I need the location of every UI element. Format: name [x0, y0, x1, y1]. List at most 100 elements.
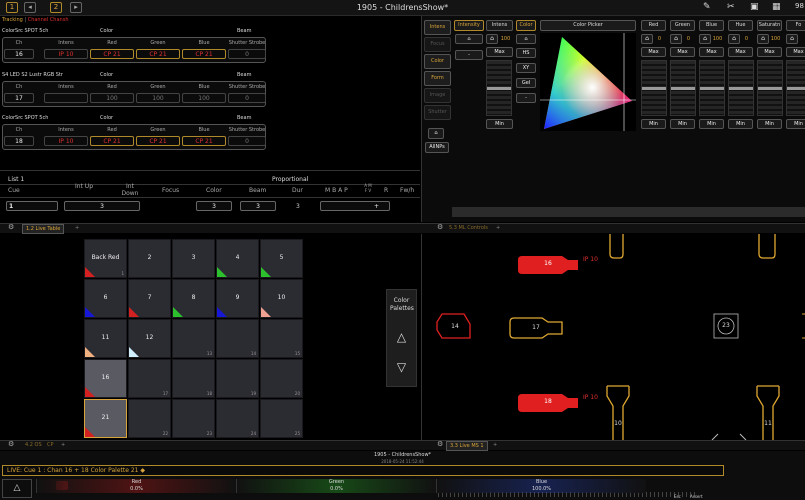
- blue-level-bar[interactable]: Blue 100.0%: [436, 479, 646, 493]
- saturatn-max-button[interactable]: Max: [757, 47, 782, 57]
- green-home-icon[interactable]: ⌂: [670, 34, 682, 44]
- green-level-bar[interactable]: Green 0.0%: [236, 479, 436, 493]
- color-palette-cell[interactable]: 14: [216, 319, 259, 358]
- channel-value[interactable]: CP 21: [90, 49, 134, 59]
- hue-home-icon[interactable]: ⌂: [728, 34, 740, 44]
- channel-value[interactable]: IP 10: [44, 49, 88, 59]
- cue-number[interactable]: 1: [6, 201, 58, 211]
- color-palette-cell[interactable]: 13: [172, 319, 215, 358]
- color-palette-cell[interactable]: 10: [260, 279, 303, 318]
- fixture-11-label[interactable]: 11: [758, 420, 778, 427]
- param-tab-focus[interactable]: Focus: [424, 37, 451, 52]
- color-palette-cell[interactable]: 25: [260, 399, 303, 438]
- xy-button[interactable]: XY: [516, 63, 536, 73]
- color-palette-cell[interactable]: 23: [172, 399, 215, 438]
- command-line[interactable]: LIVE: Cue 1 : Chan 16 + 18 Color Palette…: [2, 465, 724, 476]
- add-tab-button-4[interactable]: +: [490, 441, 500, 449]
- gear-icon-3[interactable]: ⚙: [8, 440, 14, 448]
- saturatn-header[interactable]: Saturatn: [757, 20, 782, 31]
- color-palette-cell[interactable]: 21: [84, 399, 127, 438]
- saturatn-min-button[interactable]: Min: [757, 119, 782, 129]
- fo-header[interactable]: Fo: [786, 20, 805, 31]
- param-tab-color[interactable]: Color: [424, 54, 451, 69]
- channel-value[interactable]: 100: [182, 93, 226, 103]
- red-max-button[interactable]: Max: [641, 47, 666, 57]
- color-palette-cell[interactable]: Back Red 1: [84, 239, 127, 278]
- color-palette-cell[interactable]: 6: [84, 279, 127, 318]
- fixture-17-label[interactable]: 17: [510, 324, 562, 331]
- channel-value[interactable]: CP 21: [90, 136, 134, 146]
- channel-row[interactable]: [2, 124, 266, 150]
- fo-fader[interactable]: [786, 60, 805, 116]
- param-tab-image[interactable]: Image: [424, 88, 451, 103]
- color-palette-cell[interactable]: 20: [260, 359, 303, 398]
- green-max-button[interactable]: Max: [670, 47, 695, 57]
- red-header[interactable]: Red: [641, 20, 666, 31]
- color-palette-cell[interactable]: 19: [216, 359, 259, 398]
- color-palette-cell[interactable]: 7: [128, 279, 171, 318]
- saturatn-fader[interactable]: [757, 60, 783, 116]
- fo-home-icon[interactable]: ⌂: [786, 34, 798, 44]
- intensity-home-icon[interactable]: ⌂: [455, 34, 483, 44]
- tab-live-table[interactable]: 1.2 Live Table: [22, 224, 65, 234]
- color-palette-cell[interactable]: 8: [172, 279, 215, 318]
- scroll-down-icon[interactable]: ▽: [387, 360, 416, 374]
- fo-min-button[interactable]: Min: [786, 119, 805, 129]
- int-up-value[interactable]: 3: [64, 201, 140, 211]
- hue-fader[interactable]: [728, 60, 754, 116]
- green-min-button[interactable]: Min: [670, 119, 695, 129]
- color-palette-cell[interactable]: 11: [84, 319, 127, 358]
- color-palette-cell[interactable]: 5: [260, 239, 303, 278]
- tools-icon[interactable]: ✂: [727, 2, 735, 12]
- color-palette-cell[interactable]: 12: [128, 319, 171, 358]
- hue-min-button[interactable]: Min: [728, 119, 753, 129]
- mark-plus[interactable]: +: [320, 201, 390, 211]
- intens-home-icon[interactable]: ⌂: [486, 34, 498, 44]
- assert-button[interactable]: Assert: [690, 494, 703, 499]
- gear-icon[interactable]: ⚙: [8, 223, 14, 231]
- channel-number[interactable]: 17: [4, 93, 34, 103]
- color-palette-cell[interactable]: 16: [84, 359, 127, 398]
- hue-header[interactable]: Hue: [728, 20, 753, 31]
- red-fader[interactable]: [641, 60, 667, 116]
- tab-os[interactable]: 4.2 OS: [22, 441, 45, 449]
- intens-header[interactable]: Intens: [486, 20, 513, 31]
- color-palette-cell[interactable]: 2: [128, 239, 171, 278]
- add-tab-button-2[interactable]: +: [493, 224, 503, 232]
- color-palette-cell[interactable]: 17: [128, 359, 171, 398]
- tab-live-ms[interactable]: 3.3 Live MS 1: [446, 441, 488, 451]
- saturatn-home-icon[interactable]: ⌂: [757, 34, 769, 44]
- channel-row[interactable]: [2, 81, 266, 107]
- channel-row[interactable]: [2, 37, 266, 63]
- channel-number[interactable]: 18: [4, 136, 34, 146]
- intens-min-button[interactable]: Min: [486, 119, 513, 129]
- green-fader[interactable]: [670, 60, 696, 116]
- blue-home-icon[interactable]: ⌂: [699, 34, 711, 44]
- hue-max-button[interactable]: Max: [728, 47, 753, 57]
- green-header[interactable]: Green: [670, 20, 695, 31]
- intens-fader[interactable]: [486, 60, 512, 116]
- focus-value[interactable]: 3: [196, 201, 232, 211]
- tab-ml-controls[interactable]: 5.3 ML Controls: [446, 224, 491, 232]
- blue-header[interactable]: Blue: [699, 20, 724, 31]
- add-tab-button[interactable]: +: [72, 224, 82, 232]
- channel-value[interactable]: 0: [228, 49, 266, 59]
- channel-value[interactable]: CP 21: [182, 136, 226, 146]
- red-level-bar[interactable]: Red 0.0%: [36, 479, 236, 493]
- channel-value[interactable]: CP 21: [136, 49, 180, 59]
- channel-value[interactable]: CP 21: [182, 49, 226, 59]
- gear-icon-4[interactable]: ⚙: [437, 440, 443, 448]
- red-home-icon[interactable]: ⌂: [641, 34, 653, 44]
- blue-max-button[interactable]: Max: [699, 47, 724, 57]
- param-tab-form[interactable]: Form: [424, 71, 451, 86]
- fixture-14-label[interactable]: 14: [440, 323, 470, 330]
- fixture-18-label[interactable]: 18: [518, 398, 578, 405]
- channel-value[interactable]: 100: [136, 93, 180, 103]
- gel-button[interactable]: Gel: [516, 78, 536, 88]
- channel-value[interactable]: 0: [228, 136, 266, 146]
- color-picker-gamut[interactable]: [540, 33, 636, 131]
- fo-max-button[interactable]: Max: [786, 47, 805, 57]
- color-value[interactable]: 3: [240, 201, 276, 211]
- color-minus-button[interactable]: -: [516, 93, 536, 103]
- pen-icon[interactable]: ✎: [703, 2, 711, 12]
